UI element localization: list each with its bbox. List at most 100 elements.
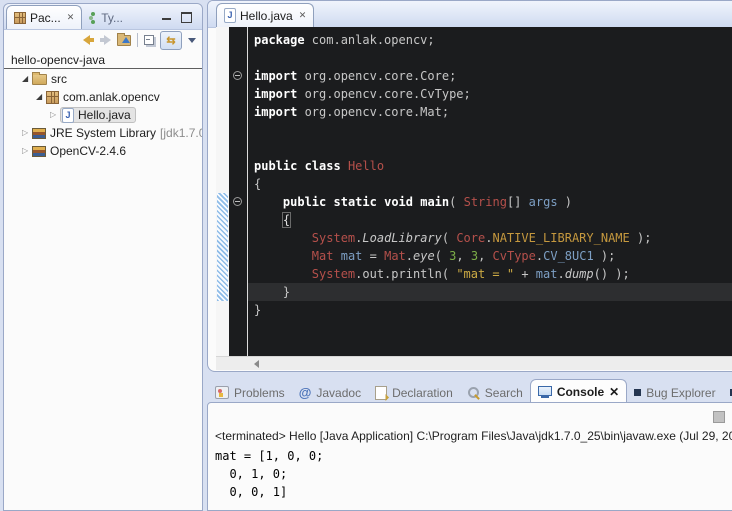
console-view: <terminated> Hello [Java Application] C:…	[207, 402, 732, 511]
code-token: main	[420, 195, 449, 209]
code-token: org.opencv.core.Core;	[297, 69, 456, 83]
code-line[interactable]: import org.opencv.core.Mat;	[248, 103, 732, 121]
code-token	[254, 249, 312, 263]
code-token: import	[254, 105, 297, 119]
fold-collapse-icon[interactable]	[233, 197, 242, 206]
horizontal-scrollbar[interactable]	[216, 356, 732, 370]
tree-item-com-anlak-opencv[interactable]: ◢com.anlak.opencv	[4, 88, 202, 106]
code-token: ,	[478, 249, 492, 263]
fold-collapse-icon[interactable]	[233, 71, 242, 80]
code-line[interactable]: {	[248, 211, 732, 229]
code-line-current[interactable]: }	[248, 283, 732, 301]
collapsed-arrow-icon[interactable]: ▷	[50, 106, 60, 124]
code-token: (	[435, 249, 449, 263]
code-token	[377, 195, 384, 209]
annotation-ruler[interactable]	[216, 27, 229, 356]
minimize-icon[interactable]	[162, 18, 171, 20]
bullet-icon	[634, 389, 641, 396]
tree-item-label: src	[51, 72, 67, 86]
java-file-icon: J	[224, 8, 236, 23]
collapse-all-icon[interactable]	[144, 32, 154, 48]
code-line[interactable]: }	[248, 301, 732, 319]
close-icon[interactable]: ✕	[67, 13, 75, 22]
code-token: void	[384, 195, 413, 209]
code-token: NATIVE_LIBRARY_NAME	[492, 231, 629, 245]
up-icon[interactable]	[117, 32, 131, 48]
code-line[interactable]: import org.opencv.core.Core;	[248, 67, 732, 85]
code-token: org.opencv.core.CvType;	[297, 87, 470, 101]
folding-ruler[interactable]	[229, 27, 247, 356]
tree-item-hello-java[interactable]: ▷JHello.java	[4, 106, 202, 124]
maximize-icon[interactable]	[181, 12, 192, 23]
bottom-tab-label: Problems	[234, 386, 285, 400]
tab-search[interactable]: Search	[460, 382, 530, 403]
code-line[interactable]: package com.anlak.opencv;	[248, 31, 732, 49]
library-icon	[32, 146, 46, 157]
console-output[interactable]: mat = [1, 0, 0; 0, 1, 0; 0, 0, 1]	[215, 447, 732, 510]
tab-type-hierarchy[interactable]: Ty...	[82, 7, 130, 29]
code-line[interactable]: public class Hello	[248, 157, 732, 175]
code-line[interactable]	[248, 49, 732, 67]
project-root-item[interactable]: hello-opencv-java	[4, 52, 202, 69]
collapsed-arrow-icon[interactable]: ▷	[22, 124, 32, 142]
package-explorer-view: Pac... ✕ Ty... ⇆ hello-opencv-java ◢src◢…	[3, 3, 203, 511]
code-area[interactable]: package com.anlak.opencv; import org.open…	[248, 27, 732, 356]
selected-item-highlight[interactable]: JHello.java	[60, 107, 136, 123]
tree-item-jre-system-library[interactable]: ▷JRE System Library[jdk1.7.0	[4, 124, 202, 142]
code-line[interactable]: System.out.println( "mat = " + mat.dump(…	[248, 265, 732, 283]
code-token	[254, 213, 283, 227]
code-token: package	[254, 33, 305, 47]
code-token: public	[254, 159, 297, 173]
code-token: eye	[413, 249, 435, 263]
tab-console[interactable]: Console✕	[530, 379, 627, 403]
tab-declaration[interactable]: Declaration	[368, 382, 460, 403]
view-menu-icon[interactable]	[188, 38, 196, 43]
code-token: import	[254, 69, 297, 83]
forward-icon[interactable]	[100, 32, 111, 48]
tree-item-opencv-2-4-6[interactable]: ▷OpenCV-2.4.6	[4, 142, 202, 160]
code-token	[254, 267, 312, 281]
package-explorer-toolbar: ⇆	[4, 29, 202, 51]
code-token: (	[449, 195, 463, 209]
code-token	[297, 159, 304, 173]
bottom-tab-label: Javadoc	[316, 386, 361, 400]
code-token: {	[254, 177, 261, 191]
code-token: .out.println(	[355, 267, 456, 281]
back-icon[interactable]	[83, 32, 94, 48]
expanded-arrow-icon[interactable]: ◢	[36, 88, 46, 106]
code-line[interactable]: {	[248, 175, 732, 193]
link-with-editor-button[interactable]: ⇆	[160, 31, 182, 50]
code-token: org.opencv.core.Mat;	[297, 105, 449, 119]
tab-package-explorer[interactable]: Pac... ✕	[6, 5, 82, 29]
code-token	[341, 159, 348, 173]
tab-problems[interactable]: Problems	[208, 382, 292, 403]
code-line[interactable]	[248, 139, 732, 157]
tree-item-decoration: [jdk1.7.0	[160, 126, 202, 140]
code-line[interactable]: import org.opencv.core.CvType;	[248, 85, 732, 103]
tab-hello-java[interactable]: J Hello.java ✕	[216, 3, 314, 27]
console-toolbar-fragment[interactable]	[713, 411, 725, 423]
close-icon[interactable]: ✕	[609, 385, 619, 399]
tab-javadoc[interactable]: @Javadoc	[292, 382, 368, 403]
code-token: }	[254, 285, 290, 299]
code-token: CvType	[493, 249, 536, 263]
code-line[interactable]: System.LoadLibrary( Core.NATIVE_LIBRARY_…	[248, 229, 732, 247]
code-line[interactable]	[248, 121, 732, 139]
search-icon	[467, 386, 480, 399]
code-editor[interactable]: package com.anlak.opencv; import org.open…	[229, 27, 732, 356]
code-token: public	[283, 195, 326, 209]
code-token: com.anlak.opencv;	[305, 33, 435, 47]
code-line[interactable]: Mat mat = Mat.eye( 3, 3, CvType.CV_8UC1 …	[248, 247, 732, 265]
code-line[interactable]: public static void main( String[] args )	[248, 193, 732, 211]
tab-bug-explorer[interactable]: Bug Explorer	[627, 382, 722, 403]
tab-bug[interactable]: Bug	[723, 382, 732, 403]
code-token: dump	[565, 267, 594, 281]
code-token: )	[558, 195, 572, 209]
expanded-arrow-icon[interactable]: ◢	[22, 70, 32, 88]
tree-item-src[interactable]: ◢ src	[4, 70, 202, 88]
code-token: System	[312, 231, 355, 245]
scroll-left-icon[interactable]	[254, 360, 259, 368]
view-window-buttons	[162, 11, 192, 23]
collapsed-arrow-icon[interactable]: ▷	[22, 142, 32, 160]
close-icon[interactable]: ✕	[299, 11, 307, 20]
